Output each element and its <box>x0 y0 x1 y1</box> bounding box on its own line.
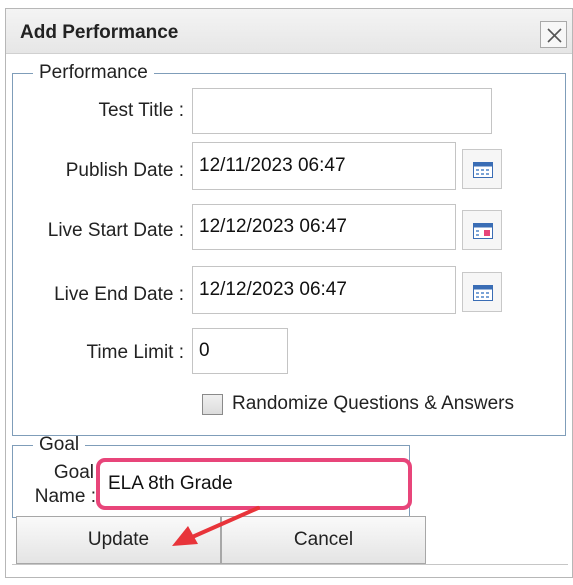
close-icon <box>547 28 562 43</box>
live-start-date-label: Live Start Date : <box>47 220 184 241</box>
calendar-icon <box>473 162 493 178</box>
dialog-bottom-strip <box>12 564 568 578</box>
test-title-input[interactable] <box>192 88 492 134</box>
goal-name-label-line1: Goal <box>53 462 94 483</box>
publish-date-calendar-button[interactable] <box>462 149 502 189</box>
time-limit-input[interactable] <box>192 328 288 374</box>
dialog-titlebar: Add Performance <box>6 9 572 54</box>
calendar-icon <box>473 223 493 239</box>
publish-date-input[interactable] <box>192 142 456 190</box>
live-end-date-calendar-button[interactable] <box>462 272 502 312</box>
dialog-title: Add Performance <box>20 22 179 43</box>
performance-legend: Performance <box>39 62 148 83</box>
red-arrow-icon <box>172 506 260 546</box>
close-button[interactable] <box>540 21 567 48</box>
test-title-label: Test Title : <box>98 100 184 121</box>
goal-name-label-line2: Name : <box>34 486 96 507</box>
publish-date-label: Publish Date : <box>65 160 184 181</box>
time-limit-label: Time Limit : <box>86 342 184 363</box>
live-start-date-input[interactable] <box>192 204 456 250</box>
live-end-date-label: Live End Date : <box>54 284 184 305</box>
randomize-label[interactable]: Randomize Questions & Answers <box>232 393 514 415</box>
calendar-icon <box>473 285 493 301</box>
live-end-date-input[interactable] <box>192 266 456 314</box>
goal-legend: Goal <box>39 434 80 455</box>
live-start-date-calendar-button[interactable] <box>462 210 502 250</box>
randomize-checkbox[interactable] <box>202 394 223 415</box>
